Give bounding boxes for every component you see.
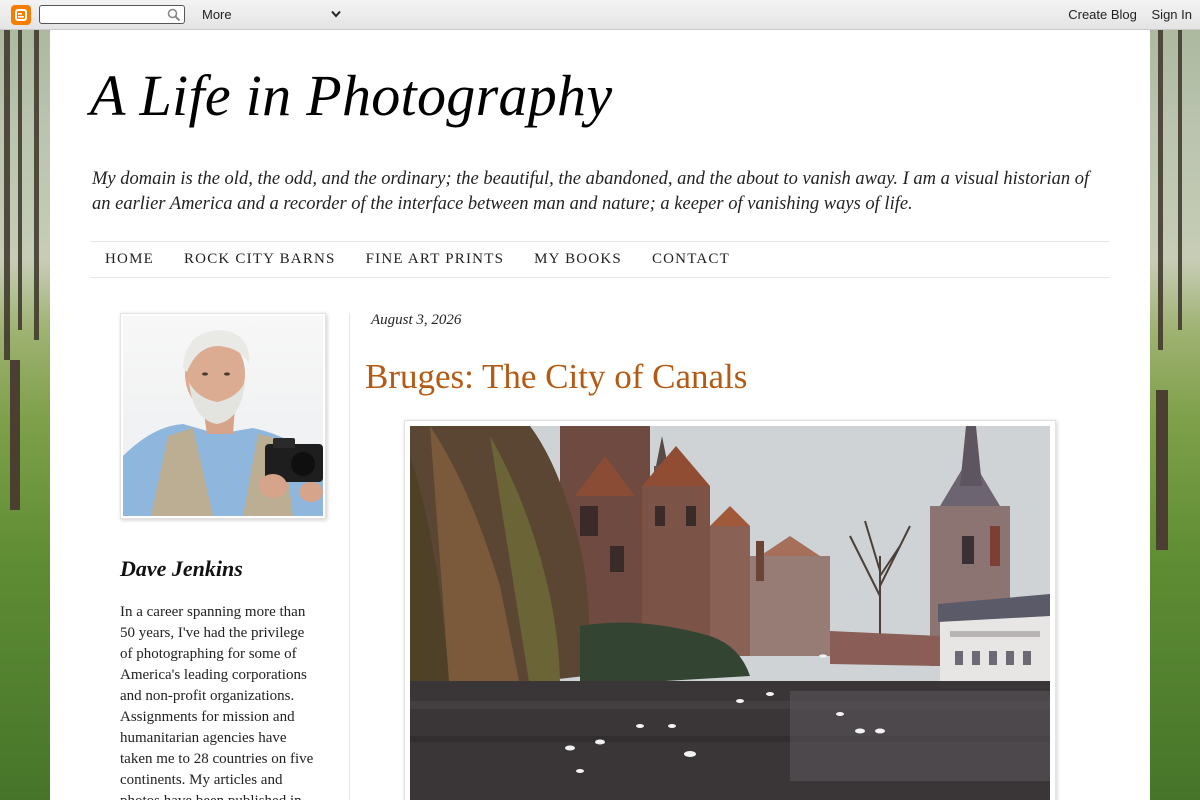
tab-fine-art-prints[interactable]: FINE ART PRINTS	[351, 251, 520, 268]
sidebar: Dave Jenkins In a career spanning more t…	[120, 313, 330, 800]
profile-name[interactable]: Dave Jenkins	[120, 556, 330, 582]
post-date: August 3, 2026	[371, 312, 462, 328]
blog-description: My domain is the old, the odd, and the o…	[92, 169, 1090, 214]
more-dropdown[interactable]: More	[195, 5, 345, 24]
post-image-frame	[404, 420, 1056, 800]
create-blog-link[interactable]: Create Blog	[1068, 7, 1137, 22]
profile-photo-frame	[120, 313, 326, 519]
profile-photo[interactable]	[123, 316, 323, 516]
page-tabs: HOME ROCK CITY BARNS FINE ART PRINTS MY …	[90, 241, 1110, 278]
post-image[interactable]	[410, 426, 1050, 800]
navbar-search-input[interactable]	[39, 5, 185, 24]
tab-rock-city-barns[interactable]: ROCK CITY BARNS	[169, 251, 351, 268]
blogger-navbar: More Create Blog Sign In	[0, 0, 1200, 30]
post-title[interactable]: Bruges: The City of Canals	[365, 357, 747, 397]
more-dropdown-label: More	[202, 7, 232, 22]
tab-my-books[interactable]: MY BOOKS	[519, 251, 637, 268]
background-scenery-right	[1150, 30, 1200, 800]
tab-contact[interactable]: CONTACT	[637, 251, 745, 268]
blogger-logo-icon[interactable]	[11, 5, 31, 25]
main-content: A Life in Photography My domain is the o…	[50, 30, 1150, 800]
background-scenery-left	[0, 30, 50, 800]
tab-home[interactable]: HOME	[90, 251, 169, 268]
profile-bio: In a career spanning more than 50 years,…	[120, 604, 314, 800]
blog-title[interactable]: A Life in Photography	[90, 62, 612, 129]
sign-in-link[interactable]: Sign In	[1152, 7, 1192, 22]
column-divider	[349, 313, 350, 800]
chevron-down-icon	[331, 10, 341, 18]
search-icon[interactable]	[167, 8, 181, 22]
